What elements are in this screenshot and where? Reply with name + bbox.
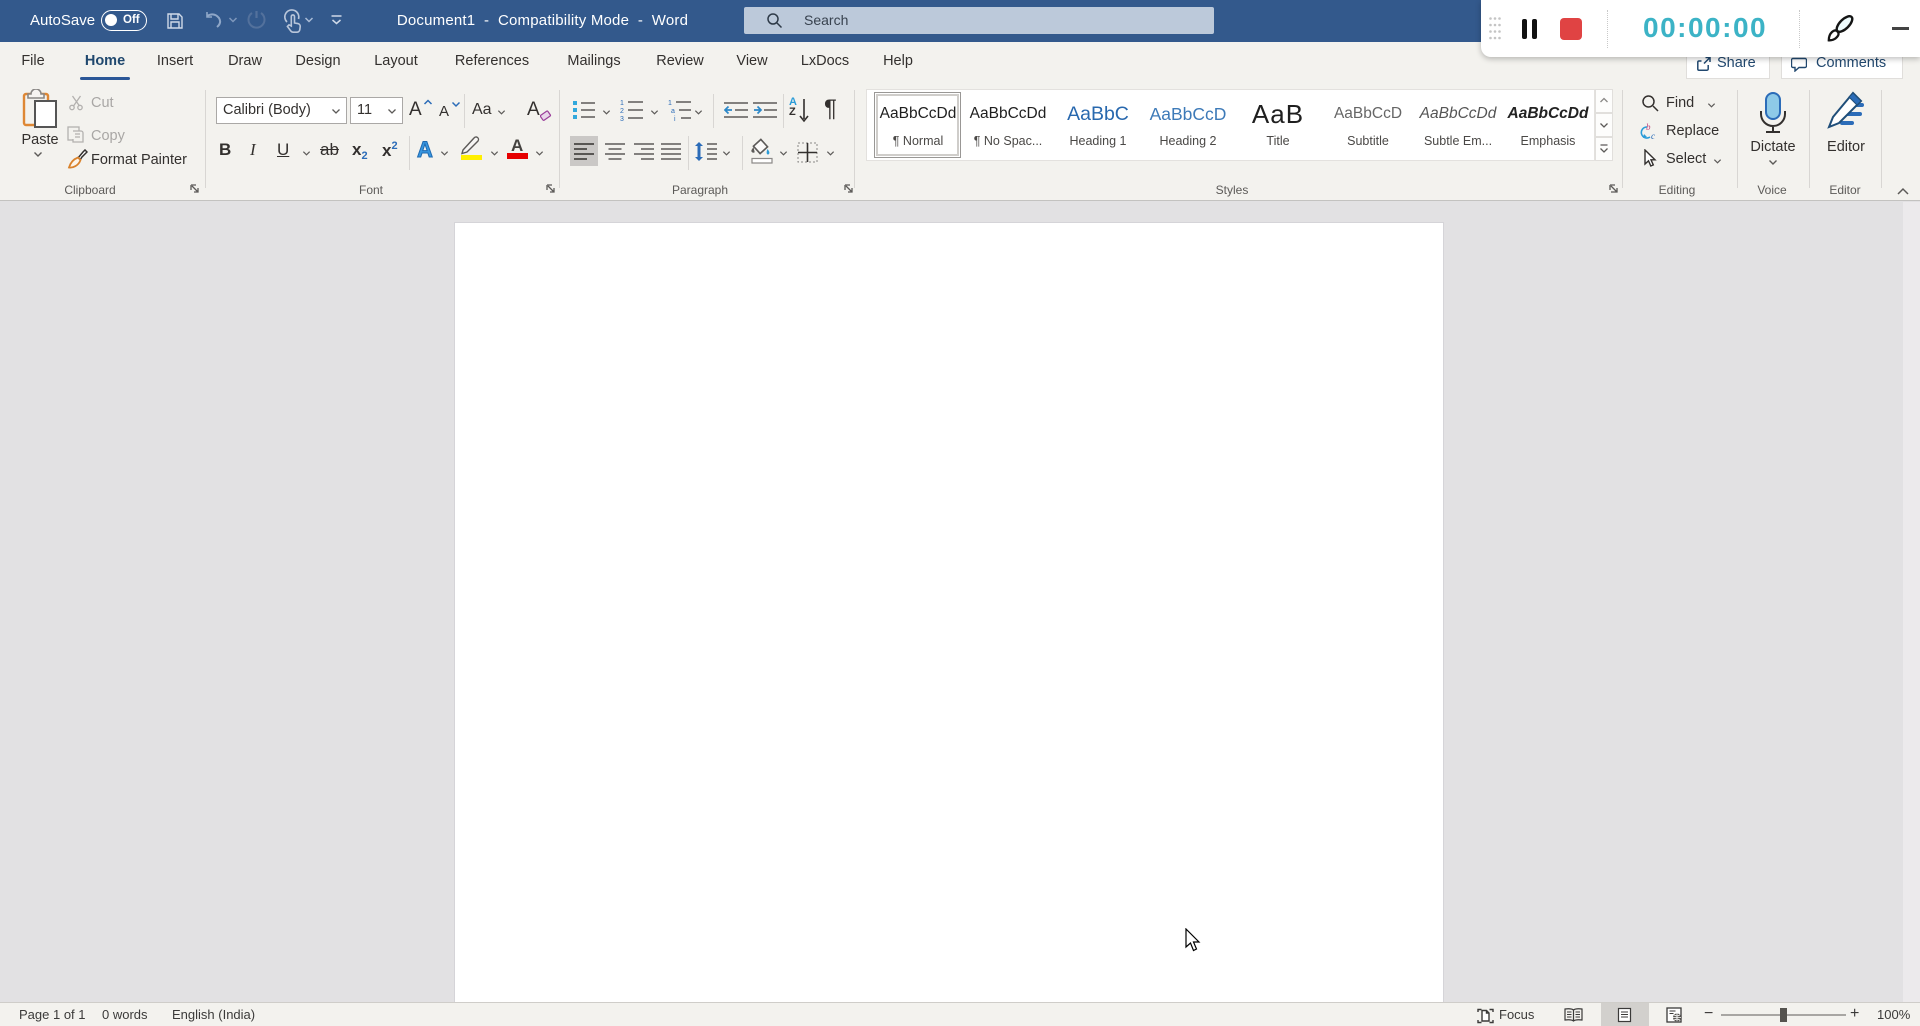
svg-text:c: c: [1651, 131, 1655, 141]
svg-text:a: a: [671, 108, 675, 115]
svg-text:3: 3: [620, 116, 624, 122]
svg-text:2: 2: [620, 108, 624, 115]
svg-text:i: i: [674, 116, 676, 122]
svg-text:1: 1: [668, 100, 672, 107]
svg-text:1: 1: [620, 100, 624, 107]
